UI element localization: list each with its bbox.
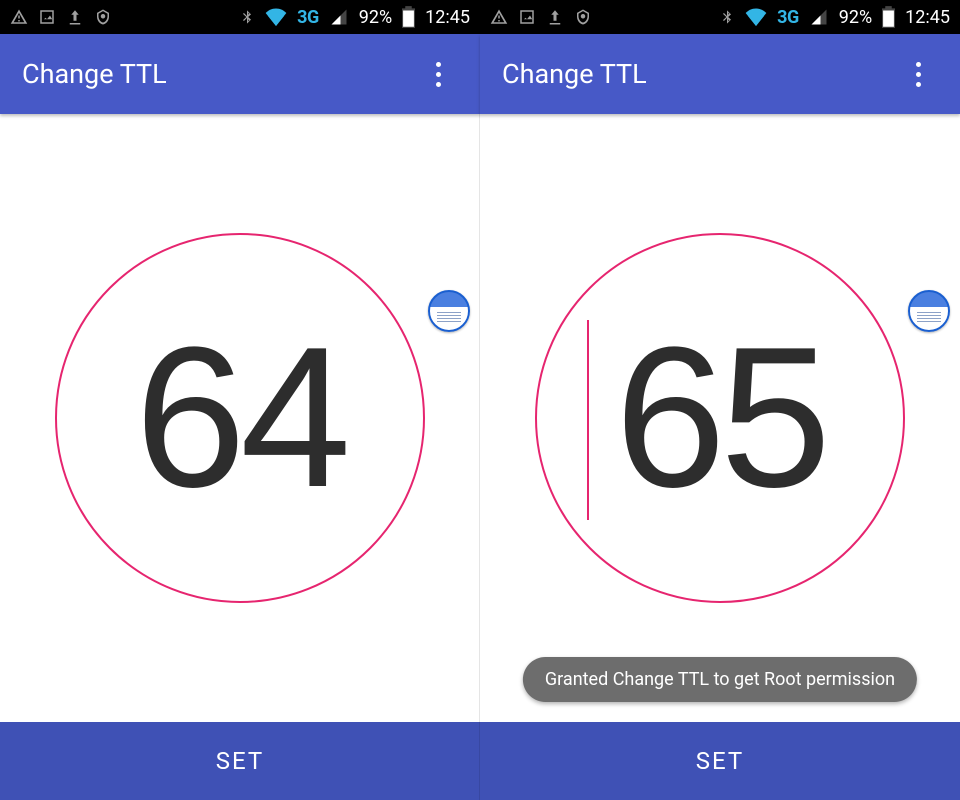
set-button[interactable]: SET [0,722,480,800]
status-bar: 3G 92% 12:45 [0,0,480,34]
pane-left: 3G 92% 12:45 Change TTL 64 SET [0,0,480,800]
clock-time: 12:45 [425,7,470,28]
text-cursor [587,320,589,520]
toast-message: Granted Change TTL to get Root permissio… [523,657,917,702]
app-bar: Change TTL [480,34,960,114]
ttl-value: 65 [615,318,825,518]
upload-icon [66,8,84,26]
signal-icon [809,8,829,26]
set-button-label: SET [216,747,264,775]
content-area: 64 [0,114,480,722]
floating-widget[interactable] [908,290,950,332]
more-vert-icon [916,62,921,87]
settings-icon [574,8,592,26]
more-vert-icon [436,62,441,87]
warning-icon [10,8,28,26]
clock-time: 12:45 [905,7,950,28]
wifi-icon [265,8,287,26]
ttl-circle[interactable]: 64 [55,233,425,603]
pane-right: 3G 92% 12:45 Change TTL 65 Granted Chang… [480,0,960,800]
status-bar: 3G 92% 12:45 [480,0,960,34]
overflow-menu-button[interactable] [898,54,938,94]
battery-percent: 92% [839,7,872,28]
widget-icon [908,290,950,332]
app-title: Change TTL [502,58,647,90]
bluetooth-icon [719,7,735,27]
network-type: 3G [297,7,319,28]
bluetooth-icon [239,7,255,27]
widget-icon [428,290,470,332]
settings-icon [94,8,112,26]
overflow-menu-button[interactable] [418,54,458,94]
warning-icon [490,8,508,26]
set-button-label: SET [696,747,744,775]
image-icon [518,8,536,26]
app-bar: Change TTL [0,34,480,114]
battery-icon [882,6,895,28]
content-area: 65 [480,114,960,722]
battery-percent: 92% [359,7,392,28]
set-button[interactable]: SET [480,722,960,800]
signal-icon [329,8,349,26]
floating-widget[interactable] [428,290,470,332]
wifi-icon [745,8,767,26]
ttl-value: 64 [135,318,345,518]
app-title: Change TTL [22,58,167,90]
battery-icon [402,6,415,28]
network-type: 3G [777,7,799,28]
ttl-circle[interactable]: 65 [535,233,905,603]
upload-icon [546,8,564,26]
image-icon [38,8,56,26]
